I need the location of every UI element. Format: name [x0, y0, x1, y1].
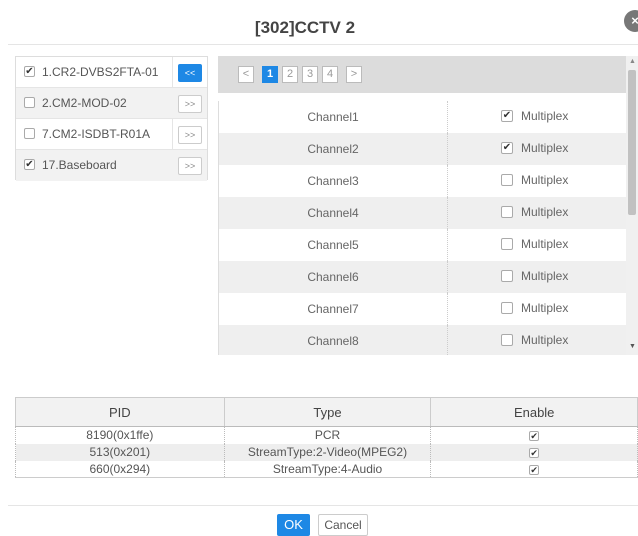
next-page-button[interactable]: > [346, 66, 362, 83]
multiplex-checkbox[interactable]: ✔ [501, 110, 513, 122]
multiplex-label: Multiplex [521, 173, 569, 187]
multiplex-checkbox[interactable]: ✔ [501, 142, 513, 154]
prev-page-button[interactable]: < [238, 66, 254, 83]
multiplex-label: Multiplex [521, 269, 569, 283]
expand-device-button[interactable]: >> [178, 126, 202, 144]
device-label: 17.Baseboard [42, 158, 117, 172]
device-checkbox[interactable] [24, 128, 35, 139]
table-row: 513(0x201) StreamType:2-Video(MPEG2) ✔ [15, 443, 638, 461]
device-row[interactable]: 2.CM2-MOD-02 >> [16, 88, 207, 119]
multiplex-checkbox[interactable] [501, 238, 513, 250]
scroll-up-arrow-icon[interactable]: ▲ [629, 58, 636, 65]
pagination-bar: < 1 2 3 4 > [218, 56, 626, 93]
page-button-1[interactable]: 1 [262, 66, 278, 83]
multiplex-label: Multiplex [521, 141, 569, 155]
channel-name: Channel8 [307, 334, 359, 348]
multiplex-checkbox[interactable] [501, 174, 513, 186]
channel-row: Channel5 Multiplex [219, 229, 626, 261]
pid-column-header: PID [15, 397, 225, 427]
multiplex-label: Multiplex [521, 237, 569, 251]
expand-device-button[interactable]: >> [178, 157, 202, 175]
device-checkbox[interactable]: ✔ [24, 159, 35, 170]
channel-row: Channel2 ✔ Multiplex [219, 133, 626, 165]
device-label: 7.CM2-ISDBT-R01A [42, 127, 151, 141]
type-cell: StreamType:2-Video(MPEG2) [223, 443, 432, 461]
channel-row: Channel1 ✔ Multiplex [219, 101, 626, 133]
channel-row: Channel6 Multiplex [219, 261, 626, 293]
dialog-title: [302]CCTV 2 [254, 18, 356, 37]
enable-cell: ✔ [430, 460, 638, 478]
title-divider [8, 44, 638, 45]
type-cell: PCR [223, 426, 432, 444]
device-checkbox[interactable] [24, 97, 35, 108]
multiplex-checkbox[interactable] [501, 334, 513, 346]
channel-name: Channel6 [307, 270, 359, 284]
type-cell: StreamType:4-Audio [223, 460, 432, 478]
channel-row: Channel3 Multiplex [219, 165, 626, 197]
channel-name: Channel1 [307, 110, 359, 124]
channel-name: Channel4 [307, 206, 359, 220]
page-button-3[interactable]: 3 [302, 66, 318, 83]
pid-cell: 8190(0x1ffe) [15, 426, 225, 444]
enable-cell: ✔ [430, 426, 638, 444]
channel-row: Channel8 Multiplex [219, 325, 626, 355]
channel-name: Channel7 [307, 302, 359, 316]
table-row: 660(0x294) StreamType:4-Audio ✔ [15, 460, 638, 478]
enable-checkbox[interactable]: ✔ [529, 464, 540, 475]
channel-row: Channel4 Multiplex [219, 197, 626, 229]
enable-column-header: Enable [430, 397, 638, 427]
type-column-header: Type [223, 397, 432, 427]
device-row[interactable]: ✔ 17.Baseboard >> [16, 150, 207, 181]
enable-cell: ✔ [430, 443, 638, 461]
scroll-down-arrow-icon[interactable]: ▼ [629, 343, 636, 350]
channel-table: Channel1 ✔ Multiplex Channel2 ✔ Multiple… [218, 101, 626, 355]
device-checkbox[interactable]: ✔ [24, 66, 35, 77]
footer-divider [8, 505, 638, 506]
page-button-2[interactable]: 2 [282, 66, 298, 83]
multiplex-label: Multiplex [521, 205, 569, 219]
multiplex-checkbox[interactable] [501, 206, 513, 218]
channel-name: Channel3 [307, 174, 359, 188]
multiplex-label: Multiplex [521, 333, 569, 347]
table-row: 8190(0x1ffe) PCR ✔ [15, 426, 638, 444]
device-row[interactable]: 7.CM2-ISDBT-R01A >> [16, 119, 207, 150]
pid-cell: 660(0x294) [15, 460, 225, 478]
expand-device-button[interactable]: >> [178, 95, 202, 113]
device-row[interactable]: ✔ 1.CR2-DVBS2FTA-01 << [16, 57, 207, 88]
channel-row: Channel7 Multiplex [219, 293, 626, 325]
pid-table: PID Type Enable 8190(0x1ffe) PCR ✔ 513(0… [15, 397, 638, 478]
enable-checkbox[interactable]: ✔ [529, 431, 540, 442]
scrollbar-thumb[interactable] [628, 70, 636, 215]
collapse-device-button[interactable]: << [178, 64, 202, 82]
multiplex-label: Multiplex [521, 301, 569, 315]
multiplex-label: Multiplex [521, 109, 569, 123]
pid-table-header: PID Type Enable [15, 397, 638, 427]
device-list: ✔ 1.CR2-DVBS2FTA-01 << 2.CM2-MOD-02 >> 7… [15, 56, 208, 181]
device-label: 1.CR2-DVBS2FTA-01 [42, 65, 159, 79]
multiplex-checkbox[interactable] [501, 270, 513, 282]
enable-checkbox[interactable]: ✔ [529, 447, 540, 458]
multiplex-checkbox[interactable] [501, 302, 513, 314]
page-button-4[interactable]: 4 [322, 66, 338, 83]
close-icon[interactable]: × [624, 10, 638, 32]
device-label: 2.CM2-MOD-02 [42, 96, 127, 110]
channel-name: Channel2 [307, 142, 359, 156]
pid-cell: 513(0x201) [15, 443, 225, 461]
channel-name: Channel5 [307, 238, 359, 252]
